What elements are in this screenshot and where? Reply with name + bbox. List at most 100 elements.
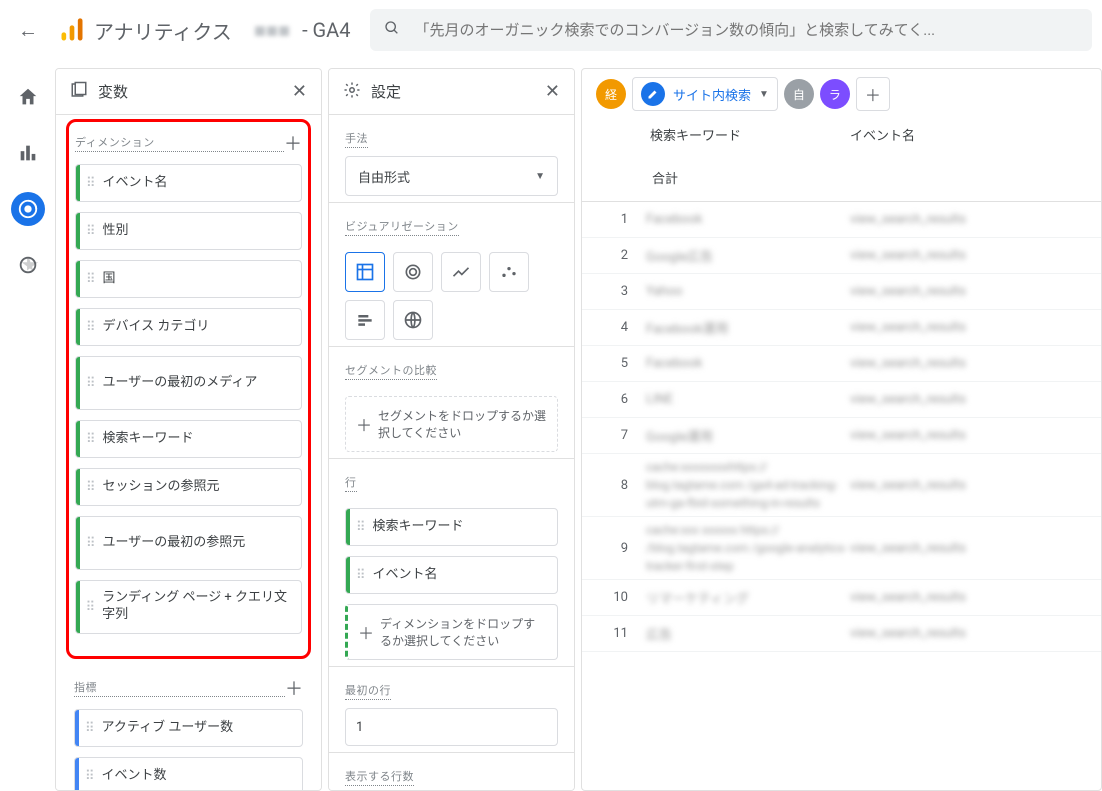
nav-home[interactable] [11, 80, 45, 114]
results-header: 検索キーワード イベント名 [582, 119, 1101, 156]
method-group: 手法 自由形式 ▼ [329, 115, 574, 203]
first-row-input[interactable] [345, 708, 558, 746]
row-event: view_search_results [850, 541, 1083, 556]
main-area: 変数 ✕ ディメンション ＋ ⠿イベント名 ⠿性別 ⠿国 ⠿デバイス カテゴリ … [55, 60, 1102, 791]
viz-table-icon[interactable] [345, 252, 385, 292]
viz-donut-icon[interactable] [393, 252, 433, 292]
table-row[interactable]: 9cache:xxx xxxxxx https:// /blog.tagtame… [582, 517, 1101, 580]
topbar: ← アナリティクス ■■■ - GA4 [0, 0, 1102, 60]
chevron-down-icon[interactable]: ▼ [759, 89, 769, 100]
results-rows: 1Facebookview_search_results2Google広告vie… [582, 202, 1101, 652]
property-suffix: - GA4 [302, 18, 350, 42]
viz-geo-icon[interactable] [393, 300, 433, 340]
grip-icon: ⠿ [350, 568, 373, 583]
rows-label: 行 [345, 474, 357, 492]
col-keyword-header: 検索キーワード [600, 125, 850, 144]
table-row[interactable]: 6LINEview_search_results [582, 382, 1101, 418]
metrics-section: 指標 ＋ ⠿アクティブ ユーザー数 ⠿イベント数 [56, 661, 321, 791]
row-chip[interactable]: ⠿イベント名 [345, 556, 558, 594]
table-row[interactable]: 11広告view_search_results [582, 616, 1101, 652]
tab-badge-4[interactable]: ラ [820, 79, 850, 109]
edit-icon [641, 82, 665, 106]
settings-close-icon[interactable]: ✕ [545, 81, 560, 102]
tab-badge-1[interactable]: 経 [596, 79, 626, 109]
row-number: 5 [600, 356, 646, 371]
row-keyword: Yahoo [646, 284, 850, 299]
row-keyword: cache:xxx xxxxxx https:// /blog.tagtame.… [646, 521, 850, 575]
left-nav [0, 60, 55, 791]
dimension-chip[interactable]: ⠿イベント名 [75, 164, 302, 202]
grip-icon: ⠿ [80, 432, 103, 447]
grip-icon: ⠿ [80, 320, 103, 335]
settings-header: 設定 ✕ [329, 69, 574, 115]
show-rows-group: 表示する行数 [329, 753, 574, 791]
table-row[interactable]: 2Google広告view_search_results [582, 238, 1101, 274]
method-select[interactable]: 自由形式 ▼ [345, 156, 558, 196]
rows-dropzone[interactable]: ＋ ディメンションをドロップするか選択してください [345, 604, 558, 660]
results-tabs: 経 サイト内検索 ▼ 自 ラ ＋ [582, 69, 1101, 119]
row-keyword: Facebook運用 [646, 318, 850, 337]
table-row[interactable]: 5Facebookview_search_results [582, 346, 1101, 382]
row-number: 7 [600, 428, 646, 443]
table-row[interactable]: 1Facebookview_search_results [582, 202, 1101, 238]
segments-label: セグメントの比較 [345, 362, 437, 380]
row-event: view_search_results [850, 248, 1083, 263]
grip-icon: ⠿ [80, 536, 103, 551]
tab-add-button[interactable]: ＋ [856, 77, 890, 111]
first-row-label: 最初の行 [345, 682, 391, 700]
viz-line-icon[interactable] [441, 252, 481, 292]
dimension-chip[interactable]: ⠿デバイス カテゴリ [75, 308, 302, 346]
metrics-label: 指標 [74, 679, 285, 697]
table-row[interactable]: 3Yahooview_search_results [582, 274, 1101, 310]
nav-explore[interactable] [11, 192, 45, 226]
row-keyword: cache:xxxxxxxxhttps:// blog.tagtame.com … [646, 458, 850, 512]
back-arrow-icon[interactable]: ← [10, 10, 46, 51]
table-row[interactable]: 7Google運用view_search_results [582, 418, 1101, 454]
visualization-group: ビジュアリゼーション [329, 203, 574, 347]
dimension-chip[interactable]: ⠿性別 [75, 212, 302, 250]
show-rows-label: 表示する行数 [345, 768, 414, 786]
metrics-add-icon[interactable]: ＋ [285, 675, 303, 701]
row-number: 9 [600, 541, 646, 556]
metric-chip[interactable]: ⠿イベント数 [74, 757, 303, 791]
dimensions-add-icon[interactable]: ＋ [284, 130, 302, 156]
row-keyword: Facebook [646, 356, 850, 371]
table-row[interactable]: 8cache:xxxxxxxxhttps:// blog.tagtame.com… [582, 454, 1101, 517]
tab-badge-3[interactable]: 自 [784, 79, 814, 109]
row-event: view_search_results [850, 212, 1083, 227]
settings-panel: 設定 ✕ 手法 自由形式 ▼ ビジュアリゼーション セグメント [328, 68, 575, 791]
grip-icon: ⠿ [79, 721, 102, 736]
search-box[interactable] [370, 9, 1092, 51]
viz-bar-icon[interactable] [345, 300, 385, 340]
nav-reports[interactable] [11, 136, 45, 170]
dimension-chip[interactable]: ⠿国 [75, 260, 302, 298]
active-tab-label: サイト内検索 [673, 85, 751, 104]
table-row[interactable]: 4Facebook運用view_search_results [582, 310, 1101, 346]
search-input[interactable] [414, 21, 1078, 39]
dimension-chip[interactable]: ⠿セッションの参照元 [75, 468, 302, 506]
row-number: 6 [600, 392, 646, 407]
dimension-chip[interactable]: ⠿ユーザーの最初の参照元 [75, 516, 302, 570]
method-label: 手法 [345, 130, 368, 148]
table-row[interactable]: 10リマーケティングview_search_results [582, 580, 1101, 616]
row-event: view_search_results [850, 428, 1083, 443]
dimension-chip[interactable]: ⠿検索キーワード [75, 420, 302, 458]
variables-panel: 変数 ✕ ディメンション ＋ ⠿イベント名 ⠿性別 ⠿国 ⠿デバイス カテゴリ … [55, 68, 322, 791]
row-number: 1 [600, 212, 646, 227]
viz-scatter-icon[interactable] [489, 252, 529, 292]
app-title: アナリティクス [94, 16, 232, 45]
row-chip[interactable]: ⠿検索キーワード [345, 508, 558, 546]
grip-icon: ⠿ [80, 176, 103, 191]
dimension-chip[interactable]: ⠿ランディング ページ + クエリ文字列 [75, 580, 302, 634]
gear-icon [343, 81, 361, 103]
variables-close-icon[interactable]: ✕ [292, 81, 307, 102]
viz-label: ビジュアリゼーション [345, 218, 459, 236]
nav-advertising[interactable] [11, 248, 45, 282]
metric-chip[interactable]: ⠿アクティブ ユーザー数 [74, 709, 303, 747]
dimension-chip[interactable]: ⠿ユーザーの最初のメディア [75, 356, 302, 410]
segments-dropzone[interactable]: ＋ セグメントをドロップするか選択してください [345, 396, 558, 452]
col-event-header: イベント名 [850, 125, 1083, 144]
grip-icon: ⠿ [80, 376, 103, 391]
row-event: view_search_results [850, 478, 1083, 493]
active-tab[interactable]: サイト内検索 ▼ [632, 77, 778, 111]
